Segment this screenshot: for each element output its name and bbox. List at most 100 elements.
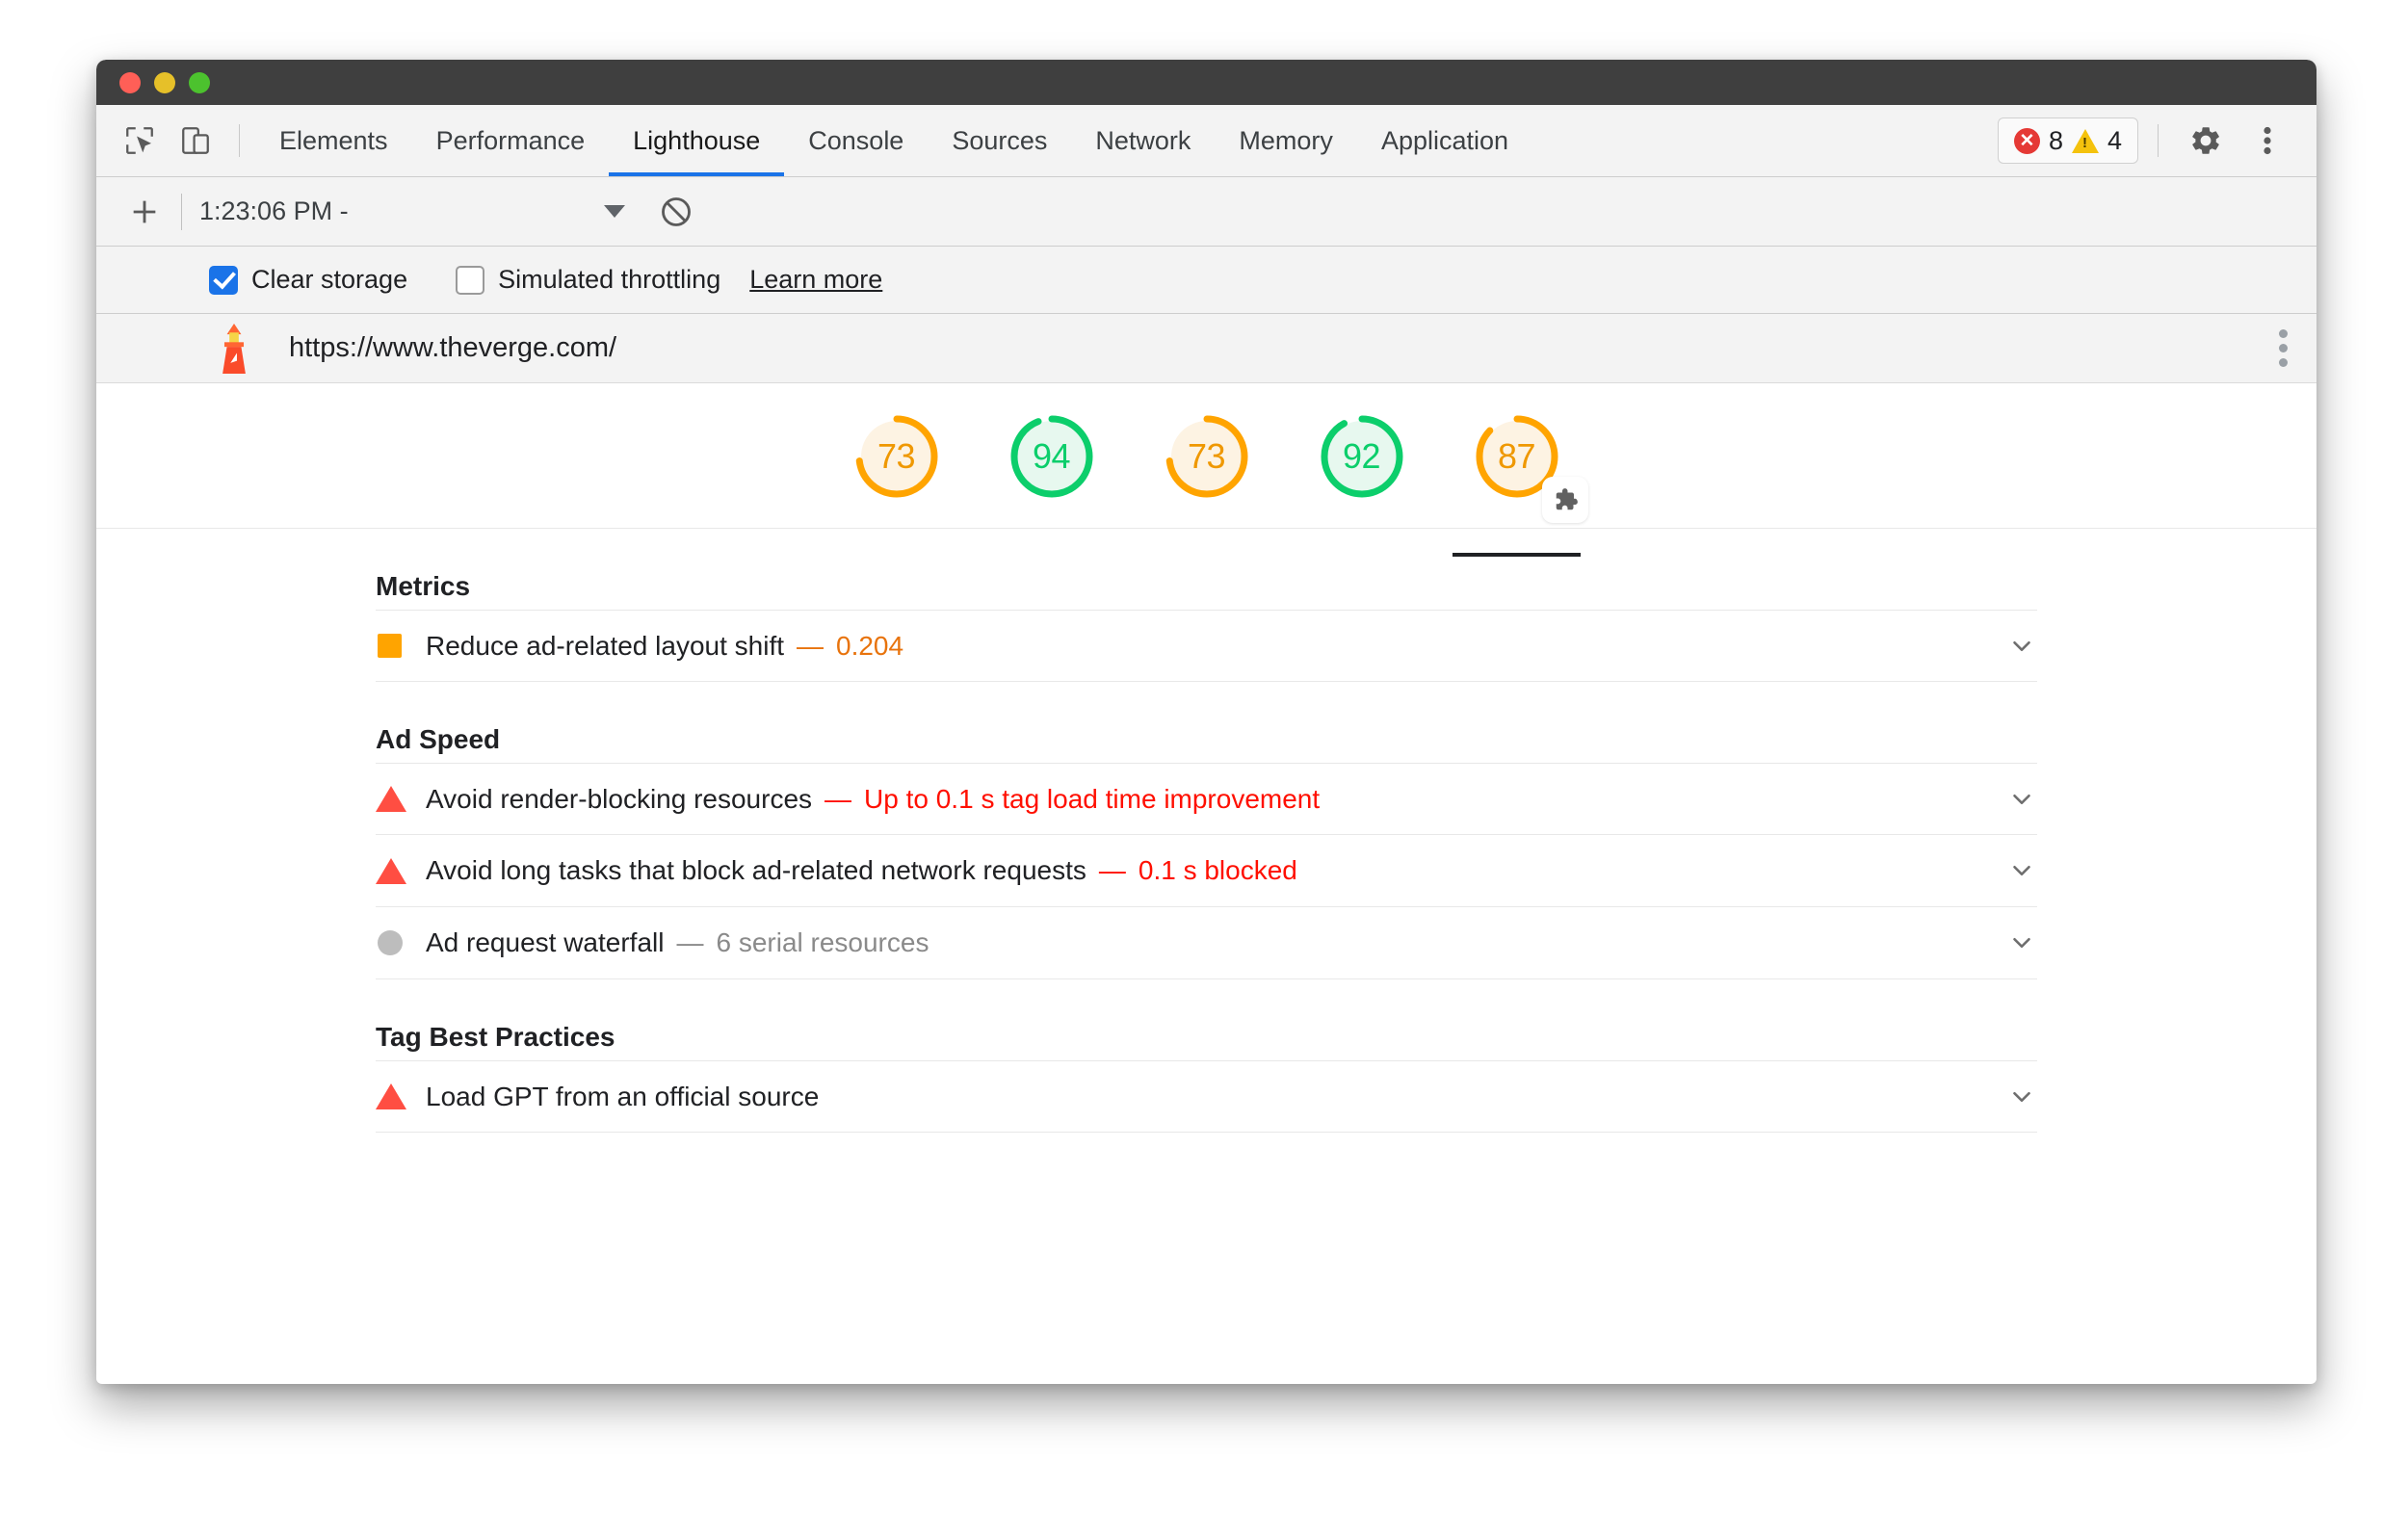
tab-label: Elements: [279, 125, 388, 155]
category-gauges: 73 94 73 92 87: [96, 383, 2316, 557]
window-close-button[interactable]: [119, 71, 141, 93]
lighthouse-report: 73 94 73 92 87 Metrics Reduce ad-related layo…: [96, 383, 2316, 1383]
gauge-score-value: 73: [877, 436, 916, 476]
gear-icon[interactable]: [2178, 123, 2234, 158]
browser-devtools-window: Elements Performance Lighthouse Console …: [96, 60, 2316, 1384]
triangle-error-icon: [376, 1083, 426, 1109]
tab-label: Memory: [1239, 125, 1333, 155]
desktop-background: Elements Performance Lighthouse Console …: [0, 0, 2408, 1513]
lighthouse-runbar: 1:23:06 PM -: [96, 177, 2316, 247]
audit-row[interactable]: Avoid long tasks that block ad-related n…: [376, 835, 2037, 907]
report-url-header: https://www.theverge.com/: [96, 314, 2316, 383]
device-toolbar-icon[interactable]: [168, 105, 223, 176]
audit-title: Reduce ad-related layout shift: [426, 630, 784, 661]
audit-row[interactable]: Reduce ad-related layout shift — 0.204: [376, 610, 2037, 682]
audit-row[interactable]: Load GPT from an official source: [376, 1060, 2037, 1133]
tab-label: Lighthouse: [633, 125, 761, 155]
warning-count: 4: [2107, 125, 2122, 155]
gauge-score-4[interactable]: 92: [1311, 411, 1412, 529]
gauge-ring: 94: [1007, 411, 1097, 502]
clear-storage-option[interactable]: Clear storage: [209, 265, 407, 295]
gauge-score-value: 94: [1032, 436, 1071, 476]
gauge-score-5[interactable]: 87: [1453, 411, 1588, 557]
chevron-down-icon[interactable]: [2006, 1082, 2037, 1112]
audit-value: Up to 0.1 s tag load time improvement: [864, 783, 1321, 814]
warning-triangle-icon: [2071, 128, 2099, 153]
error-count: 8: [2048, 125, 2063, 155]
gauge-score-value: 92: [1342, 436, 1381, 476]
audit-value: 0.1 s blocked: [1138, 855, 1297, 885]
gauge-score-value: 73: [1187, 436, 1226, 476]
more-vertical-icon[interactable]: [2239, 123, 2295, 158]
clear-reports-button[interactable]: [652, 188, 700, 236]
audit-title: Load GPT from an official source: [426, 1081, 820, 1111]
gauge-ring: 73: [1162, 411, 1252, 502]
circle-info-icon: [376, 930, 426, 955]
tab-label: Console: [808, 125, 904, 155]
toolbar-divider: [2158, 124, 2159, 157]
lighthouse-logo-icon: [222, 323, 246, 374]
window-maximize-button[interactable]: [189, 71, 210, 93]
gauge-ring: 92: [1317, 411, 1407, 502]
chevron-down-icon[interactable]: [2006, 784, 2037, 815]
audit-separator: —: [1098, 855, 1126, 885]
tab-label: Network: [1095, 125, 1191, 155]
devtools-tabbar: Elements Performance Lighthouse Console …: [96, 105, 2316, 177]
section-title: Ad Speed: [376, 724, 501, 754]
audit-row[interactable]: Avoid render-blocking resources — Up to 0.…: [376, 763, 2037, 835]
tab-label: Sources: [952, 125, 1048, 155]
audit-sections: Metrics Reduce ad-related layout shift — 0.…: [96, 529, 2316, 1133]
new-report-button[interactable]: [118, 185, 171, 239]
report-select-value: 1:23:06 PM -: [199, 196, 349, 225]
section-title: Tag Best Practices: [376, 1022, 615, 1052]
audit-title: Avoid render-blocking resources: [426, 783, 813, 814]
lighthouse-options-bar: Clear storage Simulated throttling Learn…: [96, 247, 2316, 314]
tab-console[interactable]: Console: [784, 105, 928, 176]
gauge-ring: 73: [851, 411, 942, 502]
simulated-throttling-label: Simulated throttling: [498, 265, 721, 294]
clear-storage-label: Clear storage: [251, 265, 408, 294]
window-titlebar: [96, 60, 2316, 105]
tab-lighthouse[interactable]: Lighthouse: [609, 105, 785, 176]
tabbar-right-controls: ✕ 8 4: [1997, 105, 2316, 176]
window-minimize-button[interactable]: [154, 71, 175, 93]
audit-title: Ad request waterfall: [426, 927, 665, 957]
error-circle-icon: ✕: [2013, 127, 2040, 154]
section-title: Metrics: [376, 571, 471, 601]
toolbar-divider: [239, 124, 240, 157]
gauge-score-3[interactable]: 73: [1156, 411, 1257, 529]
audit-title: Avoid long tasks that block ad-related n…: [426, 855, 1086, 885]
more-vertical-icon[interactable]: [2279, 329, 2288, 367]
chevron-down-icon[interactable]: [2006, 927, 2037, 958]
inspect-element-icon[interactable]: [112, 105, 168, 176]
chevron-down-icon: [604, 205, 625, 218]
audit-value: 6 serial resources: [716, 927, 929, 957]
audit-row[interactable]: Ad request waterfall — 6 serial resources: [376, 907, 2037, 979]
tab-application[interactable]: Application: [1357, 105, 1532, 176]
tab-performance[interactable]: Performance: [412, 105, 610, 176]
puzzle-piece-icon: [1542, 477, 1588, 523]
audit-separator: —: [676, 927, 704, 957]
chevron-down-icon[interactable]: [2006, 855, 2037, 886]
gauge-score-1[interactable]: 73: [846, 411, 947, 529]
tab-network[interactable]: Network: [1071, 105, 1215, 176]
audit-separator: —: [797, 630, 824, 661]
triangle-error-icon: [376, 786, 426, 812]
tab-sources[interactable]: Sources: [928, 105, 1071, 176]
gauge-score-2[interactable]: 94: [1001, 411, 1102, 529]
chevron-down-icon[interactable]: [2006, 631, 2037, 662]
simulated-throttling-option[interactable]: Simulated throttling: [456, 265, 720, 295]
report-select[interactable]: 1:23:06 PM -: [199, 196, 631, 226]
issues-counter-badge[interactable]: ✕ 8 4: [1997, 117, 2138, 164]
learn-more-link[interactable]: Learn more: [749, 265, 882, 295]
audit-separator: —: [824, 783, 852, 814]
audit-value: 0.204: [836, 630, 904, 661]
clear-storage-checkbox[interactable]: [209, 265, 238, 295]
tab-label: Performance: [435, 125, 586, 155]
audited-url: https://www.theverge.com/: [289, 332, 617, 363]
square-warning-icon: [376, 634, 426, 658]
tab-memory[interactable]: Memory: [1215, 105, 1357, 176]
tab-elements[interactable]: Elements: [255, 105, 412, 176]
simulated-throttling-checkbox[interactable]: [456, 265, 485, 295]
toolbar-divider: [181, 193, 182, 230]
